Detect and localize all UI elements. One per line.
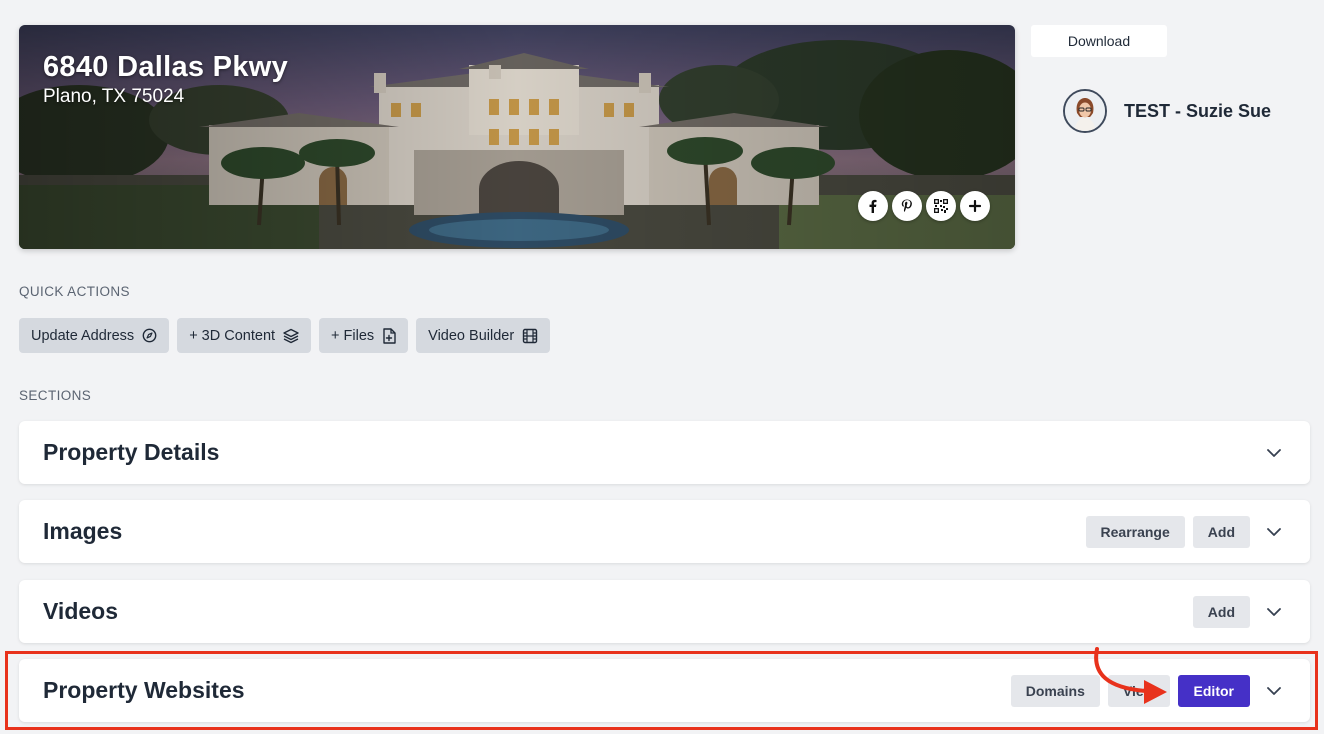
download-button[interactable]: Download — [1031, 25, 1167, 57]
share-buttons — [858, 191, 990, 221]
compass-icon — [142, 328, 157, 343]
layers-icon — [283, 328, 299, 343]
agent-photo — [1065, 91, 1105, 131]
add-3d-content-button[interactable]: + 3D Content — [177, 318, 312, 353]
section-title: Property Details — [43, 439, 220, 465]
agent-name: TEST - Suzie Sue — [1124, 100, 1272, 121]
update-address-button[interactable]: Update Address — [19, 318, 170, 353]
qr-code-icon — [934, 199, 948, 213]
add-images-button[interactable]: Add — [1192, 515, 1250, 548]
expand-images-button[interactable] — [1258, 516, 1290, 548]
pinterest-icon — [901, 199, 912, 212]
address-line-2: Plano, TX 75024 — [43, 86, 185, 107]
section-property-websites[interactable]: Property Websites Domains View Editor — [19, 659, 1310, 722]
editor-button[interactable]: Editor — [1177, 674, 1250, 707]
address-line-1: 6840 Dallas Pkwy — [43, 51, 289, 83]
section-title: Videos — [43, 598, 118, 624]
property-hero-banner: 6840 Dallas Pkwy Plano, TX 75024 — [19, 25, 1015, 249]
plus-icon — [969, 200, 981, 212]
quick-actions-bar: Update Address + 3D Content + Files Vide… — [19, 318, 551, 353]
agent-card[interactable]: TEST - Suzie Sue — [1063, 89, 1271, 133]
update-address-label: Update Address — [31, 327, 135, 344]
view-website-button[interactable]: View — [1107, 674, 1170, 707]
avatar — [1063, 89, 1107, 133]
section-title: Property Websites — [43, 677, 245, 703]
add-files-button[interactable]: + Files — [319, 318, 409, 353]
sections-label: SECTIONS — [19, 388, 92, 403]
film-icon — [522, 328, 538, 343]
qr-code-button[interactable] — [926, 191, 956, 221]
section-videos[interactable]: Videos Add — [19, 580, 1310, 643]
pinterest-share-button[interactable] — [892, 191, 922, 221]
rearrange-images-button[interactable]: Rearrange — [1085, 515, 1185, 548]
file-plus-icon — [383, 327, 396, 344]
chevron-down-icon — [1267, 686, 1281, 695]
facebook-icon — [869, 199, 877, 213]
section-images[interactable]: Images Rearrange Add — [19, 500, 1310, 563]
chevron-down-icon — [1267, 448, 1281, 457]
hero-address: 6840 Dallas Pkwy Plano, TX 75024 — [43, 49, 288, 109]
video-builder-label: Video Builder — [428, 327, 515, 344]
expand-property-details-button[interactable] — [1258, 437, 1290, 469]
add-files-label: + Files — [331, 327, 375, 344]
chevron-down-icon — [1267, 527, 1281, 536]
domains-button[interactable]: Domains — [1010, 674, 1100, 707]
chevron-down-icon — [1267, 607, 1281, 616]
add-videos-button[interactable]: Add — [1192, 595, 1250, 628]
expand-property-websites-button[interactable] — [1258, 675, 1290, 707]
section-title: Images — [43, 518, 123, 544]
section-property-details[interactable]: Property Details — [19, 421, 1310, 484]
more-share-button[interactable] — [960, 191, 990, 221]
expand-videos-button[interactable] — [1258, 596, 1290, 628]
facebook-share-button[interactable] — [858, 191, 888, 221]
quick-actions-label: QUICK ACTIONS — [19, 284, 130, 299]
video-builder-button[interactable]: Video Builder — [416, 318, 551, 353]
add-3d-content-label: + 3D Content — [189, 327, 276, 344]
